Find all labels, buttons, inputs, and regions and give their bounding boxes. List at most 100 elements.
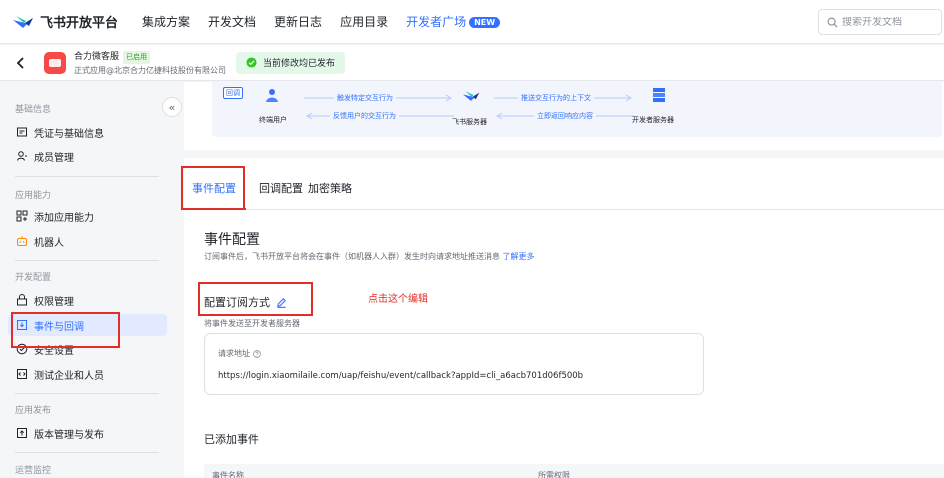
main-content: 回调 终端用户 触发特定交互行为 反馈用户的交互行为 飞书服务器 推送交互行为的…: [174, 82, 944, 478]
sidebar-item-test-org[interactable]: 测试企业和人员: [8, 363, 167, 385]
subscribe-method-label: 配置订阅方式: [204, 296, 270, 309]
publish-status: 当前修改均已发布: [236, 51, 346, 74]
app-header: 合力微客服 已启用 正式应用@北京合力亿捷科技股份有限公司 当前修改均已发布: [0, 45, 944, 81]
check-circle-icon: [246, 57, 257, 68]
sidebar-item-label: 事件与回调: [34, 321, 84, 333]
section-description-text: 订阅事件后，飞书开放平台将会在事件（如机器人入群）发生时向请求地址推送消息: [204, 252, 500, 261]
request-url-label: 请求地址: [218, 349, 250, 358]
search-input[interactable]: [842, 16, 937, 28]
learn-more-link[interactable]: 了解更多: [503, 252, 535, 261]
arrow-label-respond: 立即返回响应内容: [534, 111, 596, 121]
upload-icon: [17, 428, 27, 438]
column-required-permission: 所需权限: [538, 471, 570, 478]
sidebar-item-events-callbacks[interactable]: 事件与回调: [8, 314, 167, 336]
search-box[interactable]: [818, 9, 942, 35]
help-icon[interactable]: [253, 349, 261, 358]
nav-dev-square[interactable]: 开发者广场 NEW: [406, 13, 501, 30]
nav-dev-square-label: 开发者广场: [406, 15, 467, 29]
sidebar-item-label: 测试企业和人员: [34, 370, 104, 382]
feishu-server-icon: [462, 91, 480, 101]
event-config-panel: 事件配置 回调配置 加密策略 事件配置 订阅事件后，飞书开放平台将会在事件（如机…: [181, 158, 944, 478]
app-org: 正式应用@北京合力亿捷科技股份有限公司: [74, 65, 226, 75]
chat-bubble-icon: [49, 58, 61, 67]
feishu-server-label: 飞书服务器: [452, 118, 487, 126]
shield-icon: [16, 343, 28, 355]
sidebar-item-label: 添加应用能力: [34, 212, 94, 224]
app-info: 合力微客服 已启用 正式应用@北京合力亿捷科技股份有限公司: [74, 49, 226, 77]
event-icon: [17, 320, 27, 330]
sidebar-group-monitoring: 运营监控: [15, 466, 52, 476]
section-description: 订阅事件后，飞书开放平台将会在事件（如机器人入群）发生时向请求地址推送消息 了解…: [204, 251, 535, 262]
edit-icon[interactable]: [276, 297, 287, 308]
sidebar-item-label: 机器人: [34, 237, 64, 249]
new-badge: NEW: [469, 17, 501, 28]
sidebar-item-bot[interactable]: 机器人: [8, 230, 167, 252]
sidebar-item-members[interactable]: 成员管理: [8, 145, 167, 167]
nav-solutions[interactable]: 集成方案: [142, 13, 190, 30]
app-name: 合力微客服: [74, 51, 120, 62]
end-user-label: 终端用户: [259, 116, 287, 124]
callback-flow-diagram: 回调 终端用户 触发特定交互行为 反馈用户的交互行为 飞书服务器 推送交互行为的…: [212, 82, 942, 137]
callback-flow-card: 回调 终端用户 触发特定交互行为 反馈用户的交互行为 飞书服务器 推送交互行为的…: [184, 82, 944, 150]
subscribe-method-title: 配置订阅方式: [204, 294, 287, 310]
tab-encryption[interactable]: 加密策略: [308, 180, 352, 196]
sidebar-item-credentials[interactable]: 凭证与基础信息: [8, 121, 167, 143]
events-table-header: 事件名称 所需权限: [204, 464, 944, 478]
sidebar-group-publish: 应用发布: [15, 406, 52, 416]
nav-changelog[interactable]: 更新日志: [274, 13, 322, 30]
sidebar-divider: [15, 176, 159, 177]
logo-text: 飞书开放平台: [40, 16, 119, 31]
sidebar-divider: [15, 393, 159, 394]
nav-links: 集成方案 开发文档 更新日志 应用目录 开发者广场 NEW: [142, 13, 518, 30]
sidebar-item-label: 安全设置: [34, 345, 74, 357]
sidebar-group-dev-config: 开发配置: [15, 273, 52, 283]
annotation-text: 点击这个编辑: [368, 294, 428, 305]
publish-status-text: 当前修改均已发布: [263, 59, 336, 69]
tabs: 事件配置 回调配置 加密策略: [184, 158, 944, 210]
dev-server-label: 开发者服务器: [632, 116, 674, 124]
nav-app-directory[interactable]: 应用目录: [340, 13, 388, 30]
app-avatar: [44, 51, 66, 74]
callback-tag: 回调: [223, 87, 243, 99]
sidebar-item-label: 凭证与基础信息: [34, 128, 104, 140]
user-icon: [17, 151, 27, 161]
top-nav: 飞书开放平台 集成方案 开发文档 更新日志 应用目录 开发者广场 NEW: [0, 0, 944, 44]
sidebar-group-basic: 基础信息: [15, 105, 52, 115]
sidebar-item-security[interactable]: 安全设置: [8, 338, 167, 360]
end-user-icon: [266, 89, 278, 102]
arrow-label-push-context: 推送交互行为的上下文: [518, 93, 594, 103]
tab-callback-config[interactable]: 回调配置: [259, 180, 303, 196]
arrow-label-trigger: 触发特定交互行为: [334, 93, 396, 103]
sidebar-divider: [15, 452, 159, 453]
subscribe-description: 将事件发送至开发者服务器: [204, 319, 300, 328]
arrow-label-feedback: 反馈用户的交互行为: [330, 111, 399, 121]
nav-docs[interactable]: 开发文档: [208, 13, 256, 30]
sidebar-collapse-button[interactable]: «: [162, 97, 182, 117]
grid-plus-icon: [16, 210, 28, 222]
active-tab-indicator: [192, 208, 246, 210]
search-icon: [827, 17, 838, 28]
logo[interactable]: 飞书开放平台: [12, 12, 118, 31]
sidebar-item-versions[interactable]: 版本管理与发布: [8, 422, 167, 444]
feishu-logo-icon: [13, 15, 33, 28]
credential-icon: [17, 127, 27, 137]
sidebar-item-label: 权限管理: [34, 296, 74, 308]
lock-icon: [17, 294, 27, 306]
sidebar-item-label: 成员管理: [34, 152, 74, 164]
sidebar: 基础信息 凭证与基础信息 成员管理 应用能力 添加应用能力 机器人 开发配置 权…: [0, 82, 174, 478]
column-event-name: 事件名称: [212, 471, 244, 478]
sidebar-divider: [15, 260, 159, 261]
section-title: 事件配置: [204, 232, 260, 248]
robot-icon: [17, 236, 27, 246]
back-arrow-icon[interactable]: [14, 56, 28, 70]
sidebar-item-add-capability[interactable]: 添加应用能力: [8, 205, 167, 227]
test-org-icon: [17, 369, 27, 379]
sidebar-item-label: 版本管理与发布: [34, 429, 104, 441]
dev-server-icon: [653, 88, 665, 102]
request-url-label-wrap: 请求地址: [218, 348, 261, 359]
tab-event-config[interactable]: 事件配置: [192, 180, 236, 196]
request-url-value: https://login.xiaomilaile.com/uap/feishu…: [218, 371, 584, 381]
sidebar-item-permissions[interactable]: 权限管理: [8, 289, 167, 311]
request-url-card: 请求地址 https://login.xiaomilaile.com/uap/f…: [204, 333, 704, 395]
added-events-title: 已添加事件: [204, 433, 259, 446]
